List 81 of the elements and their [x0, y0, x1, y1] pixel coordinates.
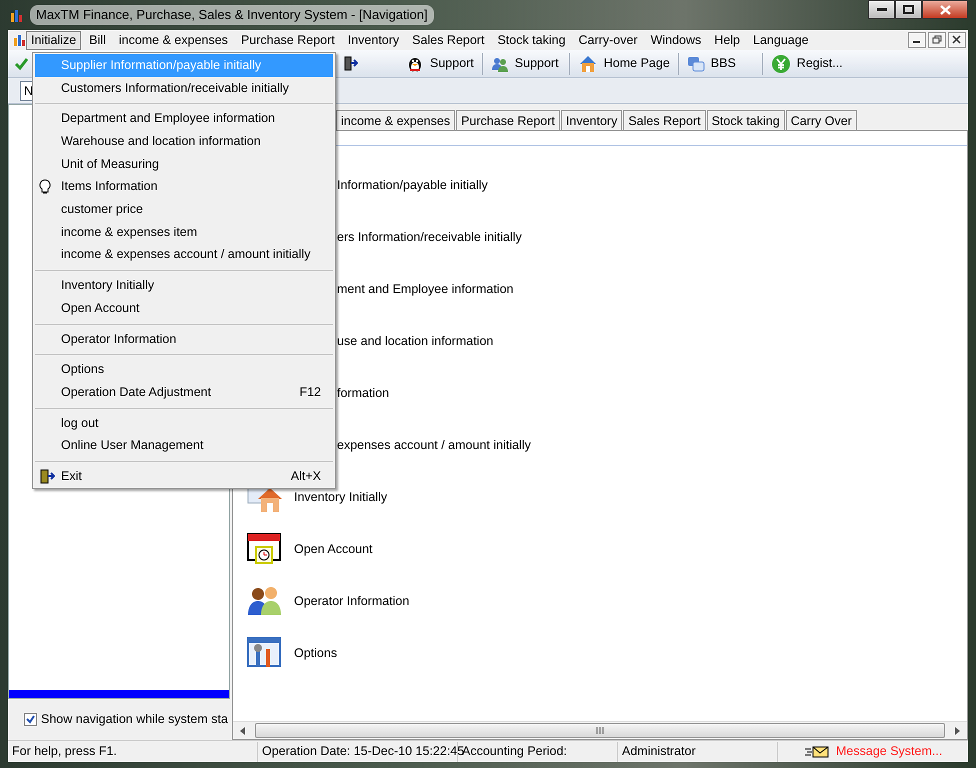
navigation-link[interactable]: ment and Employee information	[337, 280, 514, 298]
menu-item[interactable]: Carry-over	[574, 30, 643, 50]
toolbar-button[interactable]: Support	[482, 52, 569, 76]
tab[interactable]: Stock taking	[706, 110, 785, 130]
app-icon	[8, 7, 24, 23]
menu-item[interactable]: Inventory	[342, 30, 404, 50]
status-text: Administrator	[622, 743, 696, 760]
toolbar-button[interactable]: BBS	[678, 52, 762, 76]
menu-option[interactable]: Inventory Initially	[35, 274, 333, 297]
close-icon	[952, 35, 962, 45]
maximize-icon	[903, 5, 914, 14]
navigation-link[interactable]: use and location information	[337, 332, 494, 350]
menu-option[interactable]: Warehouse and location information	[35, 130, 333, 153]
grip-icon	[596, 727, 604, 734]
menu-option[interactable]: Online User Management	[35, 434, 333, 457]
tab[interactable]: Sales Report	[623, 110, 706, 130]
menu-option[interactable]: Operator Information	[35, 328, 333, 350]
check-icon	[14, 56, 28, 70]
envelope-icon	[804, 744, 830, 758]
navigation-link[interactable]: Information/payable initially	[337, 176, 488, 194]
menu-option[interactable]: Operation Date Adjustment F12	[35, 380, 333, 404]
checkbox[interactable]	[24, 713, 37, 726]
navigation-link[interactable]: formation	[337, 384, 390, 402]
menu-option[interactable]: Open Account	[35, 296, 333, 320]
tab[interactable]: Purchase Report	[456, 110, 560, 130]
yen-coin-icon	[770, 54, 791, 74]
menu-item[interactable]: Windows	[646, 30, 706, 50]
menu-item[interactable]: Bill	[84, 30, 111, 50]
scroll-right-arrow-icon[interactable]	[953, 726, 961, 734]
close-button[interactable]	[948, 32, 966, 48]
menu-item[interactable]: Language	[748, 30, 814, 50]
light-bulb-icon	[39, 179, 51, 196]
menu-item[interactable]: Purchase Report	[236, 30, 340, 50]
menu-option[interactable]: Unit of Measuring	[35, 152, 333, 176]
navigation-link[interactable]: Options	[294, 644, 338, 662]
forum-icon	[686, 54, 705, 72]
navigation-link[interactable]: Open Account	[294, 540, 373, 558]
scroll-thumb[interactable]	[255, 723, 945, 738]
menu-item[interactable]: Sales Report	[407, 30, 490, 50]
tab[interactable]: income & expenses	[336, 110, 456, 130]
tab[interactable]: Carry Over	[786, 110, 857, 130]
menu-item[interactable]: Stock taking	[492, 30, 571, 50]
toolbar-button[interactable]: Support	[398, 52, 482, 76]
menu-option[interactable]: Department and Employee information	[35, 107, 333, 130]
menu-item[interactable]: Help	[709, 30, 746, 50]
exit-door-icon	[344, 56, 358, 72]
close-button[interactable]	[922, 0, 968, 19]
scroll-left-arrow-icon[interactable]	[239, 726, 247, 734]
menu-option[interactable]: Customers Information/receivable initially	[35, 76, 333, 100]
menu-option[interactable]: Options	[35, 358, 333, 381]
menu-item[interactable]: income & expenses	[114, 30, 233, 50]
restore-button[interactable]	[928, 32, 946, 48]
menu-option[interactable]: Items Information	[35, 175, 333, 198]
menu-option[interactable]: Exit Alt+X	[35, 465, 333, 488]
exit-door-icon	[39, 469, 55, 485]
navigation-link[interactable]: ers Information/receivable initially	[337, 228, 522, 246]
navigation-link[interactable]: expenses account / amount initially	[337, 436, 531, 454]
menu-item[interactable]: Initialize	[26, 30, 82, 50]
status-text: For help, press F1.	[12, 743, 117, 760]
house-icon	[578, 54, 598, 74]
restore-icon	[932, 35, 942, 45]
status-text: Operation Date: 15-Dec-10 15:22:45	[262, 743, 464, 760]
checkbox-label: Show navigation while system sta	[41, 711, 228, 728]
menu-option[interactable]: customer price	[35, 198, 333, 221]
toolbar-button[interactable]: Regist...	[762, 52, 851, 76]
minimize-icon	[876, 8, 886, 12]
navigation-link[interactable]: Operator Information	[294, 592, 410, 610]
menu-option[interactable]: log out	[35, 412, 333, 434]
close-icon	[940, 4, 950, 14]
minimize-button[interactable]	[868, 0, 895, 19]
calendar-clock-icon	[246, 531, 282, 567]
menu-option[interactable]: income & expenses account / amount initially	[35, 244, 333, 266]
window-title: MaxTM Finance, Purchase, Sales & Inventory System - [Navigation]	[30, 5, 434, 25]
toolbar-button[interactable]: Home Page	[570, 52, 678, 76]
minimize-button[interactable]	[908, 32, 926, 48]
app-icon	[12, 33, 26, 47]
menu-option[interactable]: income & expenses item	[35, 220, 333, 244]
navigation-link[interactable]: Inventory Initially	[294, 488, 388, 506]
maximize-button[interactable]	[895, 0, 922, 19]
status-text: Accounting Period:	[462, 743, 567, 760]
tab[interactable]: Inventory	[560, 110, 622, 130]
